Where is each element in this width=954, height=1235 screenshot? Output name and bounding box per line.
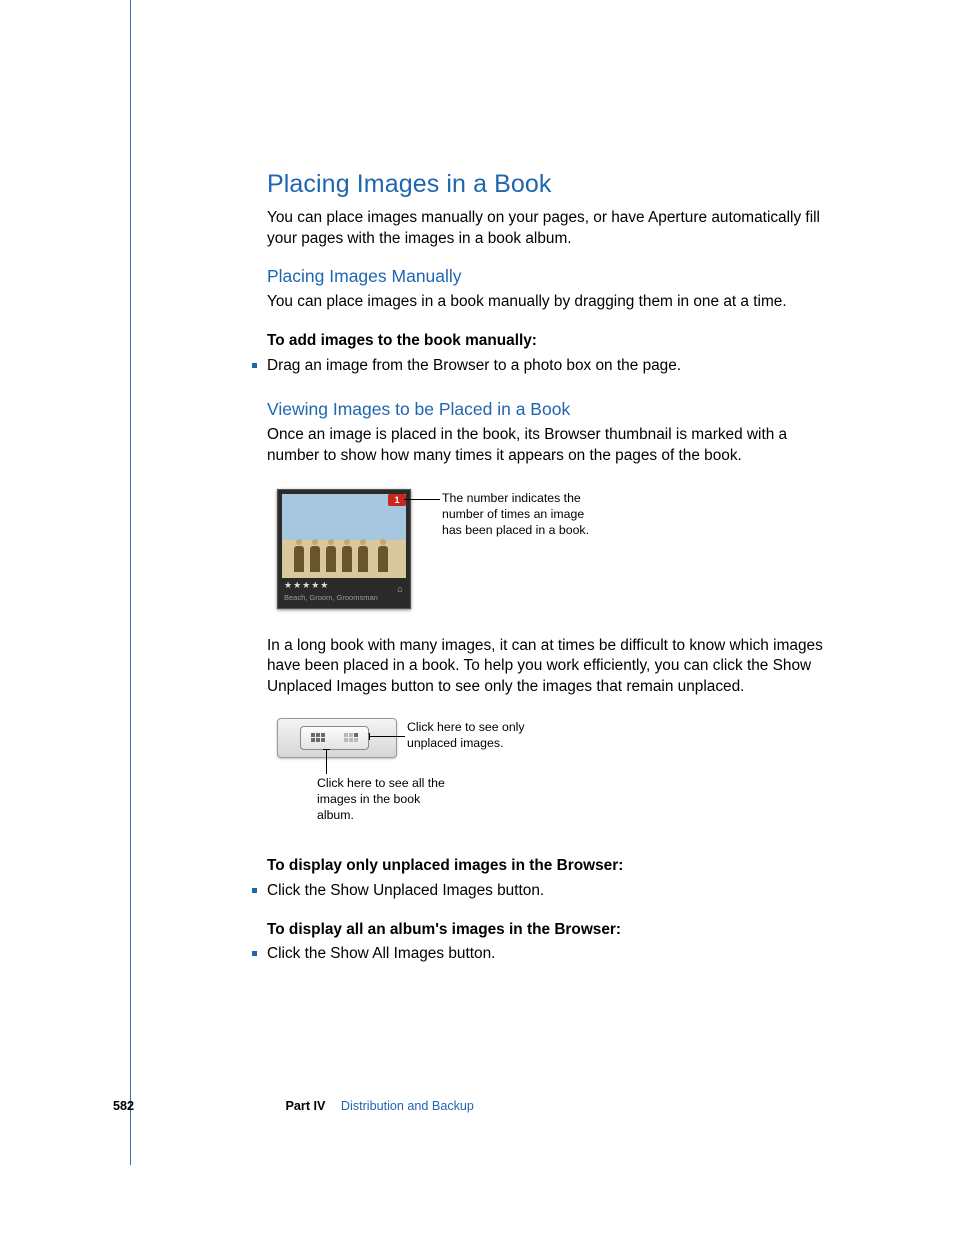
task-add-heading: To add images to the book manually: — [267, 331, 837, 352]
bullet-show-all: Click the Show All Images button. — [267, 944, 837, 965]
task-all-heading: To display all an album's images in the … — [267, 920, 837, 941]
bullet-show-unplaced: Click the Show Unplaced Images button. — [267, 881, 837, 902]
toolbar-callout-right: Click here to see only unplaced images. — [407, 720, 557, 752]
heading-viewing: Viewing Images to be Placed in a Book — [267, 398, 837, 422]
section-label: Distribution and Backup — [341, 1099, 474, 1113]
show-unplaced-images-button[interactable] — [334, 726, 369, 750]
intro-paragraph: You can place images manually on your pa… — [267, 208, 837, 250]
view-toolbar — [277, 718, 397, 758]
manual-paragraph: You can place images in a book manually … — [267, 292, 837, 313]
heading-manual: Placing Images Manually — [267, 265, 837, 289]
thumbnail-figure: 1 ★★★★★ Beach, Groom, Groomsman ⌂ The nu… — [277, 489, 837, 614]
callout-leader — [404, 499, 440, 500]
thumbnail-photo — [282, 494, 406, 578]
master-icon: ⌂ — [395, 583, 405, 593]
grid-unplaced-icon — [344, 733, 358, 742]
grid-all-icon — [311, 733, 325, 742]
browser-thumbnail: 1 ★★★★★ Beach, Groom, Groomsman ⌂ — [277, 489, 411, 609]
placement-count-badge: 1 — [388, 494, 406, 506]
heading-main: Placing Images in a Book — [267, 168, 837, 202]
page-content: Placing Images in a Book You can place i… — [267, 168, 837, 965]
viewing-paragraph-2: In a long book with many images, it can … — [267, 636, 837, 698]
thumbnail-caption: Beach, Groom, Groomsman — [284, 593, 378, 603]
page-number: 582 — [113, 1099, 134, 1113]
callout-leader-right — [369, 736, 405, 737]
thumbnail-callout: The number indicates the number of times… — [442, 491, 597, 539]
part-label: Part IV — [286, 1099, 326, 1113]
page-footer: 582 Part IV Distribution and Backup — [113, 1098, 813, 1115]
toolbar-figure: Click here to see only unplaced images. … — [277, 718, 837, 838]
callout-leader-bottom — [326, 749, 327, 774]
side-rule — [130, 0, 131, 1165]
task-unplaced-heading: To display only unplaced images in the B… — [267, 856, 837, 877]
bullet-drag-image: Drag an image from the Browser to a phot… — [267, 356, 837, 377]
rating-stars-icon: ★★★★★ — [284, 579, 329, 591]
show-all-images-button[interactable] — [300, 726, 336, 750]
toolbar-callout-bottom: Click here to see all the images in the … — [317, 776, 447, 824]
viewing-paragraph-1: Once an image is placed in the book, its… — [267, 425, 837, 467]
